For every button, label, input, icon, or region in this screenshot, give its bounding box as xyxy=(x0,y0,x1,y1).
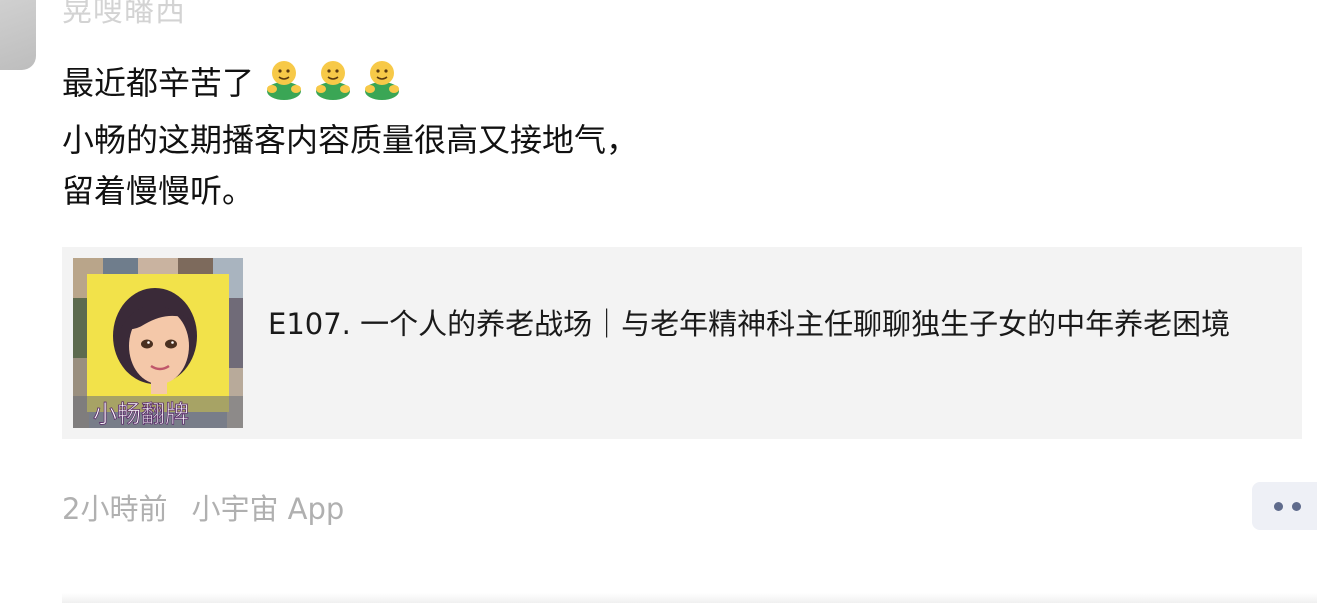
more-dot-icon xyxy=(1292,502,1301,511)
hug-emoji-icon xyxy=(365,61,400,100)
post-line-1-text: 最近都辛苦了 xyxy=(62,64,255,102)
post-line-3: 留着慢慢听。 xyxy=(62,172,255,210)
more-actions-button[interactable] xyxy=(1252,482,1317,530)
avatar[interactable] xyxy=(0,0,36,70)
hug-emoji-icon xyxy=(316,61,351,100)
podcast-episode-title: E107. 一个人的养老战场｜与老年精神科主任聊聊独生子女的中年养老困境 xyxy=(268,307,1231,341)
emoji-group xyxy=(262,56,409,115)
cover-art: 小畅翻牌 xyxy=(73,258,243,428)
moments-post: 晃嗖皤西 最近都辛苦了 小畅的这期播客内容质量很高又接地气， 留着慢慢听。 小畅… xyxy=(0,0,1317,603)
cover-label: 小畅翻牌 xyxy=(93,400,189,428)
podcast-cover-image: 小畅翻牌 xyxy=(73,258,243,428)
author-name[interactable]: 晃嗖皤西 xyxy=(62,0,186,30)
hug-emoji-icon xyxy=(267,61,302,100)
more-dot-icon xyxy=(1274,502,1283,511)
post-line-1: 最近都辛苦了 xyxy=(62,56,638,115)
post-line-2: 小畅的这期播客内容质量很高又接地气， xyxy=(62,121,639,159)
post-source-link[interactable]: 小宇宙 App xyxy=(191,492,344,526)
post-meta: 2小時前 小宇宙 App xyxy=(62,486,344,528)
post-text: 最近都辛苦了 小畅的这期播客内容质量很高又接地气， 留着慢慢听。 xyxy=(62,56,638,217)
comment-area-divider xyxy=(62,593,1317,603)
post-time: 2小時前 xyxy=(62,492,168,526)
podcast-share-card[interactable]: 小畅翻牌 E107. 一个人的养老战场｜与老年精神科主任聊聊独生子女的中年养老困… xyxy=(62,247,1302,439)
